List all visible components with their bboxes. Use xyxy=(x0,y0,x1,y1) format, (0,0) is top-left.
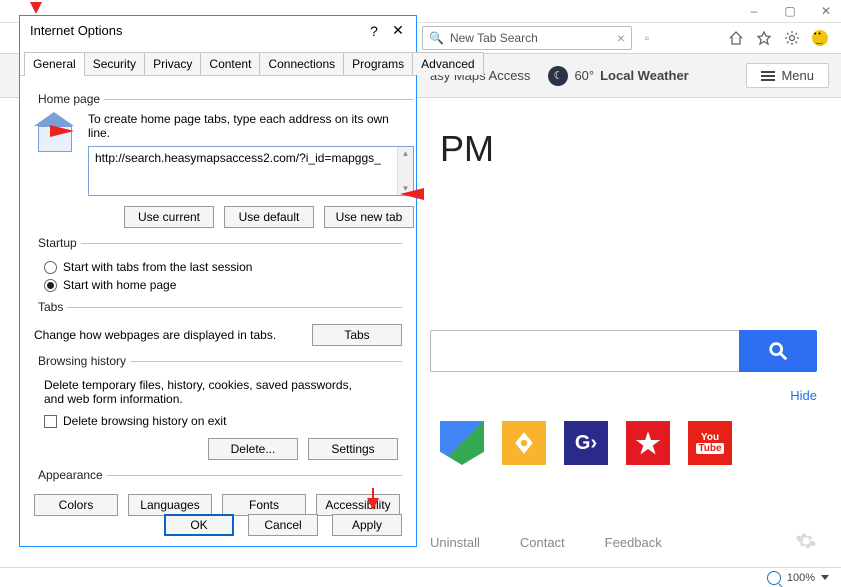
cancel-button[interactable]: Cancel xyxy=(248,514,318,536)
radio-home-page[interactable]: Start with home page xyxy=(44,278,402,292)
startup-legend: Startup xyxy=(34,236,81,250)
footer-contact[interactable]: Contact xyxy=(520,535,565,550)
homepage-section: Home page To create home page tabs, type… xyxy=(34,92,414,228)
tab-close-icon[interactable]: × xyxy=(617,30,625,46)
annotation-arrow-right-icon xyxy=(50,125,74,137)
use-current-button[interactable]: Use current xyxy=(124,206,214,228)
tile-macys[interactable]: ★ xyxy=(626,421,670,465)
smiley-icon[interactable] xyxy=(811,29,829,47)
zoom-icon[interactable] xyxy=(767,571,781,585)
tabs-button[interactable]: Tabs xyxy=(312,324,402,346)
weather-widget[interactable]: ☾ 60° Local Weather xyxy=(548,66,688,86)
dialog-footer: OK Cancel Apply xyxy=(20,514,416,536)
languages-button[interactable]: Languages xyxy=(128,494,212,516)
window-minimize[interactable]: – xyxy=(745,2,763,20)
annotation-arrow-down-icon xyxy=(30,2,42,14)
zoom-value: 100% xyxy=(787,572,815,584)
yt-text-top: You xyxy=(701,432,719,443)
bh-desc: Delete temporary files, history, cookies… xyxy=(44,378,374,406)
radio-icon xyxy=(44,261,57,274)
tools-gear-icon[interactable] xyxy=(783,29,801,47)
clock-pm: PM xyxy=(440,128,817,170)
bh-legend: Browsing history xyxy=(34,354,130,368)
footer-gear-icon[interactable] xyxy=(795,530,817,555)
new-tab-button[interactable]: ▫ xyxy=(638,31,656,45)
menu-label: Menu xyxy=(781,68,814,83)
tab-advanced[interactable]: Advanced xyxy=(412,52,483,75)
radio-last-session[interactable]: Start with tabs from the last session xyxy=(44,260,402,274)
settings-button[interactable]: Settings xyxy=(308,438,398,460)
dialog-close-button[interactable]: ✕ xyxy=(386,22,410,39)
annotation-arrow-apply-icon xyxy=(367,498,379,510)
weather-label: Local Weather xyxy=(600,68,689,83)
weather-temp: 60° xyxy=(574,68,594,83)
footer-uninstall[interactable]: Uninstall xyxy=(430,535,480,550)
radio-home-label: Start with home page xyxy=(63,278,176,292)
quick-links: G› ★ You Tube xyxy=(440,421,817,465)
annotation-arrow-left-icon xyxy=(400,188,424,200)
use-new-tab-button[interactable]: Use new tab xyxy=(324,206,414,228)
homepage-legend: Home page xyxy=(34,92,104,106)
internet-options-dialog: Internet Options ? ✕ General Security Pr… xyxy=(19,15,417,547)
homepage-desc: To create home page tabs, type each addr… xyxy=(88,112,414,140)
dialog-titlebar[interactable]: Internet Options ? ✕ xyxy=(20,16,416,46)
tile-yellow-maps[interactable] xyxy=(502,421,546,465)
appearance-legend: Appearance xyxy=(34,468,107,482)
radio-icon xyxy=(44,279,57,292)
tab-general[interactable]: General xyxy=(24,52,85,75)
chk-label: Delete browsing history on exit xyxy=(63,414,226,428)
footer-feedback[interactable]: Feedback xyxy=(605,535,662,550)
ok-button[interactable]: OK xyxy=(164,514,234,536)
tile-gas[interactable]: G› xyxy=(564,421,608,465)
tile-youtube[interactable]: You Tube xyxy=(688,421,732,465)
tab-content[interactable]: Content xyxy=(200,52,260,75)
radio-last-label: Start with tabs from the last session xyxy=(63,260,252,274)
colors-button[interactable]: Colors xyxy=(34,494,118,516)
page-search-button[interactable] xyxy=(739,330,817,372)
page-footer: Uninstall Contact Feedback xyxy=(430,530,817,555)
checkbox-icon xyxy=(44,415,57,428)
favorites-icon[interactable] xyxy=(755,29,773,47)
status-bar: 100% xyxy=(0,567,841,587)
tab-programs[interactable]: Programs xyxy=(343,52,413,75)
tab-privacy[interactable]: Privacy xyxy=(144,52,201,75)
weather-icon: ☾ xyxy=(548,66,568,86)
yt-text-bot: Tube xyxy=(696,443,723,454)
tabs-section: Tabs Change how webpages are displayed i… xyxy=(34,300,402,346)
hamburger-icon xyxy=(761,71,775,81)
browsing-history-section: Browsing history Delete temporary files,… xyxy=(34,354,402,460)
page-search-input[interactable] xyxy=(430,330,739,372)
window-maximize[interactable]: ▢ xyxy=(781,2,799,20)
hide-link[interactable]: Hide xyxy=(440,388,817,403)
apply-button[interactable]: Apply xyxy=(332,514,402,536)
zoom-dropdown-icon[interactable] xyxy=(821,575,829,580)
home-icon[interactable] xyxy=(727,29,745,47)
tabs-legend: Tabs xyxy=(34,300,67,314)
accessibility-button[interactable]: Accessibility xyxy=(316,494,400,516)
tile-google-maps[interactable] xyxy=(440,421,484,465)
dialog-tabs: General Security Privacy Content Connect… xyxy=(20,46,416,76)
homepage-value: http://search.heasymapsaccess2.com/?i_id… xyxy=(95,151,381,165)
dialog-help-button[interactable]: ? xyxy=(362,23,386,39)
tab-connections[interactable]: Connections xyxy=(259,52,344,75)
startup-section: Startup Start with tabs from the last se… xyxy=(34,236,402,292)
tab-label: New Tab Search xyxy=(450,31,538,45)
tabs-desc: Change how webpages are displayed in tab… xyxy=(34,328,276,342)
delete-on-exit-checkbox[interactable]: Delete browsing history on exit xyxy=(44,414,402,428)
dialog-title: Internet Options xyxy=(30,23,123,38)
homepage-textarea[interactable]: http://search.heasymapsaccess2.com/?i_id… xyxy=(88,146,414,196)
tab-security[interactable]: Security xyxy=(84,52,145,75)
menu-button[interactable]: Menu xyxy=(746,63,829,88)
use-default-button[interactable]: Use default xyxy=(224,206,314,228)
browser-tab[interactable]: 🔍 New Tab Search × xyxy=(422,26,632,50)
fonts-button[interactable]: Fonts xyxy=(222,494,306,516)
delete-button[interactable]: Delete... xyxy=(208,438,298,460)
window-close[interactable]: ✕ xyxy=(817,2,835,20)
search-icon: 🔍 xyxy=(429,31,444,45)
appearance-section: Appearance Colors Languages Fonts Access… xyxy=(34,468,402,516)
